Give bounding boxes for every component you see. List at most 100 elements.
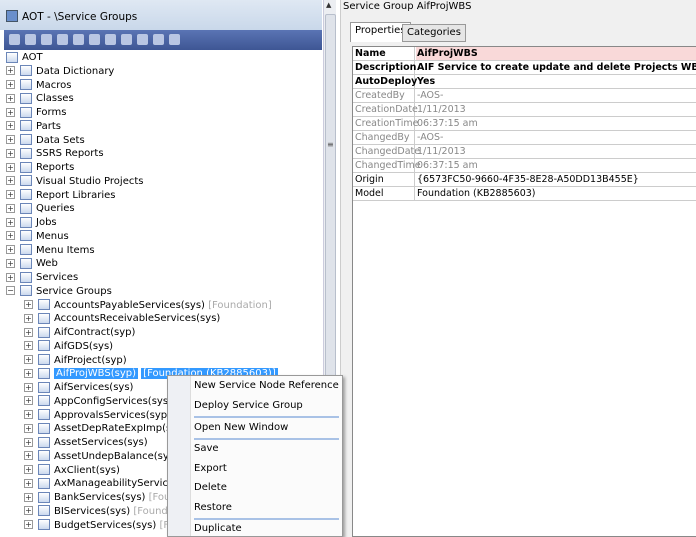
menu-item-open-new-window[interactable]: Open New Window	[194, 420, 288, 436]
tree-child-item[interactable]: + AifGDS(sys)	[24, 340, 113, 354]
property-value[interactable]: 06:37:15 am	[417, 117, 478, 130]
expand-icon[interactable]: +	[24, 478, 33, 488]
new-icon[interactable]	[89, 34, 100, 45]
menu-item-export[interactable]: Export	[194, 461, 227, 477]
expand-icon[interactable]: +	[6, 258, 15, 268]
history-icon[interactable]	[153, 34, 164, 45]
tree-item[interactable]: + SSRS Reports	[6, 147, 104, 161]
expand-icon[interactable]: +	[6, 245, 15, 254]
tree-item[interactable]: + Data Dictionary	[6, 65, 114, 79]
menu-item-duplicate[interactable]: Duplicate	[194, 521, 242, 537]
expand-icon[interactable]: +	[24, 423, 33, 433]
property-row[interactable]: CreationTime 06:37:15 am	[353, 117, 696, 131]
expand-icon[interactable]: +	[24, 382, 33, 392]
property-row[interactable]: ChangedTime 06:37:15 am	[353, 159, 696, 173]
property-row[interactable]: AutoDeploy Yes	[353, 75, 696, 89]
expand-icon[interactable]: +	[6, 176, 15, 186]
property-value[interactable]: 1/11/2013	[417, 103, 466, 116]
expand-icon[interactable]: +	[24, 355, 33, 364]
expand-icon[interactable]: +	[6, 203, 15, 213]
property-row[interactable]: CreatedBy -AOS-	[353, 89, 696, 103]
tree-item[interactable]: + Web	[6, 257, 58, 271]
tree-item[interactable]: + Menus	[6, 230, 69, 244]
tree-item[interactable]: + Data Sets	[6, 134, 85, 148]
tree-item[interactable]: + Classes	[6, 92, 74, 106]
expand-icon[interactable]: +	[24, 368, 33, 378]
tree-child-item[interactable]: + AifContract(syp)	[24, 326, 135, 340]
tree-item[interactable]: + Queries	[6, 202, 75, 216]
property-value[interactable]: AifProjWBS	[416, 47, 696, 60]
tree-child-item[interactable]: +BudgetServices(sys) [Foun	[24, 519, 188, 533]
import-icon[interactable]	[73, 34, 84, 45]
property-value[interactable]: Foundation (KB2885603)	[417, 187, 536, 200]
expand-icon[interactable]: +	[24, 396, 33, 406]
menu-item-save[interactable]: Save	[194, 441, 219, 457]
expand-icon[interactable]: +	[6, 66, 15, 76]
property-value[interactable]: AIF Service to create update and delete …	[417, 61, 696, 74]
undo-icon[interactable]	[137, 34, 148, 45]
scroll-up-icon[interactable]: ▲	[326, 1, 331, 9]
expand-icon[interactable]: +	[6, 135, 15, 144]
expand-icon[interactable]: +	[24, 437, 33, 447]
tree-child-item[interactable]: + AifServices(sys)	[24, 381, 133, 395]
property-row[interactable]: Model Foundation (KB2885603)	[353, 187, 696, 201]
tree-child-item[interactable]: + AifProject(syp)	[24, 354, 127, 368]
tree-child-item[interactable]: + AccountsPayableServices(sys) [Foundatio…	[24, 299, 272, 313]
expand-icon[interactable]: +	[24, 451, 33, 461]
tree-item[interactable]: + Macros	[6, 79, 71, 93]
expand-icon[interactable]: +	[24, 492, 33, 502]
tree-child-item[interactable]: + AssetUndepBalance(syp)	[24, 450, 179, 464]
tree-item[interactable]: − Service Groups	[6, 285, 112, 299]
tab-categories[interactable]: Categories	[402, 24, 466, 42]
expand-icon[interactable]: +	[6, 80, 15, 89]
expand-icon[interactable]: +	[6, 148, 15, 158]
expand-icon[interactable]: +	[6, 217, 15, 227]
tree-item[interactable]: + Reports	[6, 161, 74, 175]
expand-icon[interactable]: +	[6, 190, 15, 199]
property-row[interactable]: ChangedDate 1/11/2013	[353, 145, 696, 159]
tree-child-item[interactable]: + AssetServices(sys)	[24, 436, 148, 450]
checkin-icon[interactable]	[121, 34, 132, 45]
property-value[interactable]: 1/11/2013	[417, 145, 466, 158]
checkout-icon[interactable]	[105, 34, 116, 45]
property-row[interactable]: Description AIF Service to create update …	[353, 61, 696, 75]
tree-child-item[interactable]: + ApprovalsServices(syp)	[24, 409, 171, 423]
expand-icon[interactable]: +	[24, 313, 33, 323]
expand-icon[interactable]: +	[24, 465, 33, 474]
property-value[interactable]: -AOS-	[417, 89, 444, 102]
tree-item[interactable]: + Menu Items	[6, 244, 95, 258]
expand-icon[interactable]: +	[24, 506, 33, 516]
compile-icon[interactable]	[41, 34, 52, 45]
tree-child-item[interactable]: +BankServices(sys) [Founda	[24, 491, 189, 505]
property-row[interactable]: Origin {6573FC50-9660-4F35-8E28-A50DD13B4…	[353, 173, 696, 187]
expand-icon[interactable]: +	[24, 410, 33, 419]
tree-child-item[interactable]: + AxClient(sys)	[24, 464, 120, 478]
tree-item[interactable]: + Report Libraries	[6, 189, 116, 203]
tree-item[interactable]: + Jobs	[6, 216, 57, 230]
property-row[interactable]: CreationDate 1/11/2013	[353, 103, 696, 117]
menu-item-delete[interactable]: Delete	[194, 480, 227, 496]
property-value[interactable]: Yes	[417, 75, 435, 88]
tree-item[interactable]: + Visual Studio Projects	[6, 175, 144, 189]
expand-icon[interactable]: +	[6, 93, 15, 103]
expand-icon[interactable]: +	[24, 520, 33, 529]
expand-icon[interactable]: +	[24, 341, 33, 351]
expand-icon[interactable]: +	[6, 231, 15, 241]
expand-icon[interactable]: +	[24, 300, 33, 309]
menu-item-new-service-node-reference[interactable]: New Service Node Reference	[194, 378, 339, 394]
property-row[interactable]: Name AifProjWBS	[353, 47, 696, 61]
settings-icon[interactable]	[169, 34, 180, 45]
open-icon[interactable]	[9, 34, 20, 45]
property-value[interactable]: {6573FC50-9660-4F35-8E28-A50DD13B455E}	[417, 173, 639, 186]
menu-item-restore[interactable]: Restore	[194, 500, 232, 516]
tree-root[interactable]: AOT	[6, 51, 43, 65]
tree-child-item[interactable]: + AppConfigServices(sys)	[24, 395, 172, 409]
property-row[interactable]: ChangedBy -AOS-	[353, 131, 696, 145]
tree-item[interactable]: + Services	[6, 271, 78, 285]
tree-child-item[interactable]: + AssetDepRateExpImp(syp)	[24, 422, 187, 436]
expand-icon[interactable]: +	[6, 107, 15, 117]
menu-item-deploy-service-group[interactable]: Deploy Service Group	[194, 398, 303, 414]
properties-icon[interactable]	[25, 34, 36, 45]
tree-child-item[interactable]: + AccountsReceivableServices(sys)	[24, 312, 220, 326]
expand-icon[interactable]: +	[6, 272, 15, 282]
